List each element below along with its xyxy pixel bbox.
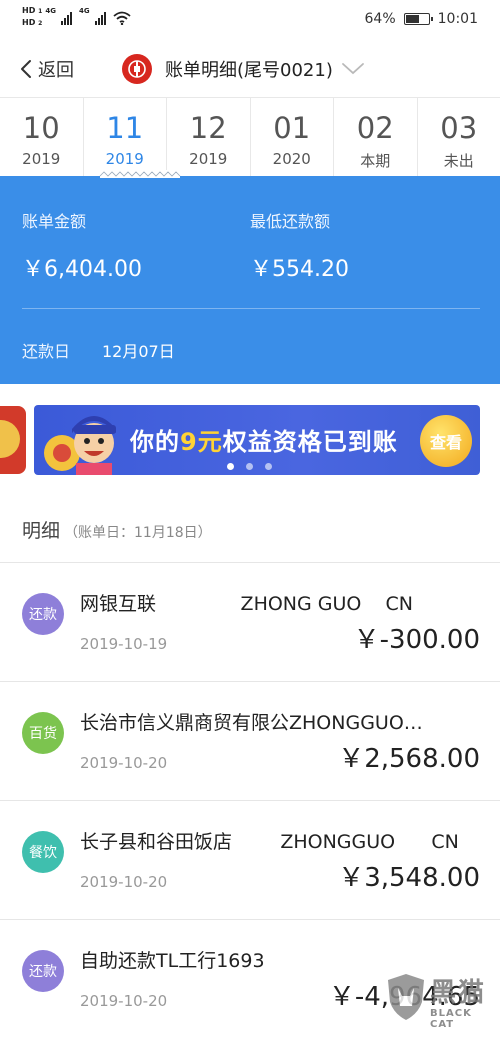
- watermark-cn: 黑猫: [430, 978, 487, 1008]
- transaction-date: 2019-10-20: [80, 992, 168, 1010]
- battery-percent: 64%: [364, 11, 396, 27]
- due-date-label: 还款日: [22, 342, 71, 361]
- month-year: 2019: [189, 150, 228, 168]
- details-header: 明细 （账单日：11月18日）: [22, 516, 212, 543]
- chevron-left-icon: [21, 60, 31, 78]
- month-year: 2019: [22, 150, 61, 168]
- due-date: 12月07日: [102, 342, 175, 361]
- transaction-row[interactable]: 百货 长治市信义鼎商贸有限公ZHONGGUO… 2019-10-20 ￥2,56…: [0, 681, 500, 800]
- category-badge: 还款: [22, 950, 64, 992]
- wifi-icon: [112, 11, 131, 25]
- transaction-row[interactable]: 还款 网银互联 ZHONG GUO CN 2019-10-19 ￥-300.00: [0, 562, 500, 681]
- network-type-1: 4G: [45, 7, 56, 15]
- details-title: 明细: [22, 520, 61, 542]
- carousel-dots: [227, 463, 272, 470]
- transaction-date: 2019-10-20: [80, 754, 168, 772]
- nav-bar: 返回 账单明细(尾号0021): [0, 40, 500, 98]
- status-right: 64% 10:01: [365, 11, 478, 27]
- transaction-date: 2019-10-20: [80, 873, 168, 891]
- back-label: 返回: [38, 60, 74, 81]
- chevron-down-icon: [341, 63, 364, 75]
- bill-amount-label: 账单金额: [22, 212, 87, 231]
- transaction-date: 2019-10-19: [80, 635, 168, 653]
- transaction-amount: ￥-300.00: [353, 625, 480, 655]
- month-number: 01: [273, 111, 311, 145]
- month-number: 02: [356, 111, 394, 145]
- month-number: 10: [22, 111, 60, 145]
- carousel-dot[interactable]: [227, 463, 234, 470]
- month-year: 2020: [272, 150, 311, 168]
- category-badge: 还款: [22, 593, 64, 635]
- signal-icon: [60, 11, 72, 25]
- min-payment: ￥554.20: [250, 257, 349, 282]
- watermark: 黑猫 BLACK CAT: [386, 970, 498, 1034]
- card-selector[interactable]: 账单明细(尾号0021): [122, 54, 365, 84]
- sim-indicator: HD 1 HD 2: [22, 6, 43, 28]
- carousel-dot[interactable]: [265, 463, 272, 470]
- status-bar: HD 1 HD 2 4G 4G 64% 10:01: [0, 0, 500, 40]
- cat-logo-icon: [388, 974, 424, 1020]
- category-badge: 百货: [22, 712, 64, 754]
- banner-view-button[interactable]: 查看: [420, 415, 472, 467]
- signal-icon: [94, 11, 106, 25]
- bank-logo: [122, 54, 152, 84]
- network-type-2: 4G: [78, 7, 90, 15]
- transaction-amount: ￥2,568.00: [338, 744, 480, 774]
- statement-date: （账单日：11月18日）: [64, 525, 212, 541]
- battery-icon: [403, 13, 433, 25]
- merchant-name: 长治市信义鼎商贸有限公ZHONGGUO…: [80, 712, 423, 734]
- transaction-amount: ￥3,548.00: [338, 863, 480, 893]
- mascot-illustration: [44, 416, 116, 475]
- min-payment-label: 最低还款额: [250, 212, 331, 231]
- month-year: 未出: [443, 152, 474, 170]
- banner-text: 你的9元权益资格已到账: [130, 428, 398, 456]
- month-number: 11: [106, 111, 144, 145]
- transaction-row[interactable]: 餐饮 长子县和谷田饭店 ZHONGGUO CN 2019-10-20 ￥3,54…: [0, 800, 500, 919]
- clock: 10:01: [437, 11, 478, 27]
- divider: [22, 308, 480, 309]
- back-button[interactable]: 返回: [20, 56, 74, 82]
- carousel-dot[interactable]: [246, 463, 253, 470]
- watermark-en: BLACK CAT: [430, 1008, 472, 1030]
- page-title: 账单明细(尾号0021): [165, 60, 333, 81]
- merchant-name: 网银互联 ZHONG GUO CN: [80, 593, 414, 615]
- banner-prev-peek[interactable]: [0, 406, 26, 474]
- month-year: 本期: [360, 152, 391, 170]
- merchant-name: 长子县和谷田饭店 ZHONGGUO CN: [80, 831, 459, 853]
- month-number: 03: [440, 111, 478, 145]
- active-tab-notch: [99, 170, 181, 178]
- merchant-name: 自助还款TL工行1693: [80, 950, 265, 972]
- category-badge: 餐饮: [22, 831, 64, 873]
- month-year: 2019: [105, 150, 144, 168]
- bill-summary: 账单金额 ￥6,404.00 最低还款额 ￥554.20 还款日 12月07日: [0, 170, 500, 384]
- status-left: HD 1 HD 2 4G 4G: [22, 7, 131, 28]
- promo-banner[interactable]: 你的9元权益资格已到账 查看: [34, 405, 480, 475]
- month-number: 12: [189, 111, 227, 145]
- bill-amount: ￥6,404.00: [22, 257, 142, 282]
